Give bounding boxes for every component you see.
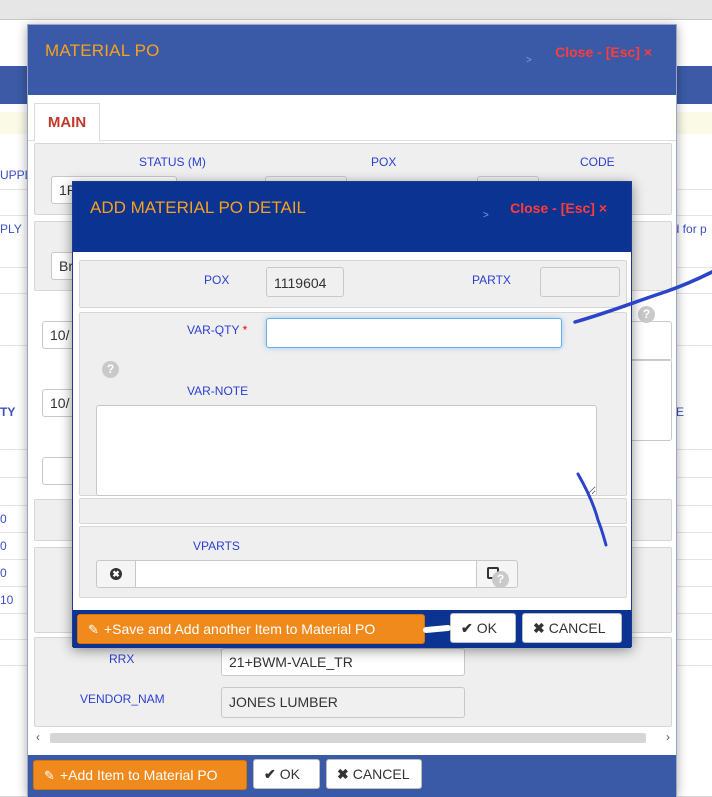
spacer-panel [79,498,627,524]
scroll-left-icon[interactable]: ‹ [36,730,40,744]
vparts-input[interactable] [135,560,477,588]
save-add-another-label: +Save and Add another Item to Material P… [104,621,376,637]
detail-pox-field: 1119604 [266,267,344,297]
detail-header: ADD MATERIAL PO DETAIL > Close - [Esc] × [73,182,631,252]
ok-button[interactable]: ✔ OK [253,759,320,789]
pencil-icon: ✎ [44,768,55,783]
background-fragment: PLY [0,222,22,236]
scrollbar-thumb[interactable] [50,733,646,743]
cross-icon: ✖ [533,620,545,636]
cancel-label: CANCEL [352,766,410,782]
date-1-value: 10/ [50,327,70,343]
partx-label: PARTX [472,273,511,287]
var-qty-label-text: VAR-QTY [187,323,240,337]
partx-field [540,267,620,297]
detail-close-button[interactable]: Close - [Esc] × [510,200,607,216]
var-note-label: VAR-NOTE [187,384,249,398]
check-icon: ✔ [461,620,473,636]
rrx-label: RRX [109,652,135,666]
vparts-label: VPARTS [193,539,240,553]
pencil-icon: ✎ [88,622,99,637]
detail-ok-button[interactable]: ✔ OK [450,613,516,643]
clear-icon: ✖ [110,567,122,580]
add-item-button[interactable]: ✎ +Add Item to Material PO [33,760,247,790]
pox-partx-panel: POX 1119604 PARTX [79,260,627,308]
background-fragment: TY [0,405,16,419]
detail-cancel-button[interactable]: ✖ CANCEL [522,613,622,643]
horizontal-scrollbar[interactable]: ‹ › [34,730,672,746]
date-2-value: 10/ [50,395,70,411]
background-fragment: 0 [0,539,7,553]
cancel-button[interactable]: ✖ CANCEL [326,759,422,789]
rrx-field[interactable]: 21+BWM-VALE_TR [221,648,465,676]
add-item-label: +Add Item to Material PO [60,767,218,783]
background-fragment: 0 [0,566,7,580]
background-fragment: 10 [0,593,14,607]
material-po-tabbar: MAIN [28,95,676,142]
detail-title: ADD MATERIAL PO DETAIL [90,198,307,217]
detail-cancel-label: CANCEL [548,620,606,636]
help-icon[interactable]: ? [102,361,119,378]
detail-footer: ✎ +Save and Add another Item to Material … [73,610,631,648]
var-note-textarea[interactable] [96,405,597,496]
detail-pox-value: 1119604 [274,275,327,291]
save-add-another-button[interactable]: ✎ +Save and Add another Item to Material … [77,614,425,644]
var-panel: VAR-QTY * ? VAR-NOTE [79,312,627,496]
code-label: CODE [580,155,615,169]
rrx-value: 21+BWM-VALE_TR [229,654,353,670]
scroll-right-icon[interactable]: › [666,730,670,744]
close-arrow-icon: > [483,210,489,221]
status-label: STATUS (M) [139,155,206,169]
var-qty-input[interactable] [266,318,562,348]
vendor-nam-value: JONES LUMBER [229,694,338,710]
close-arrow-icon: > [526,55,532,66]
pox-label: POX [371,155,397,169]
add-material-po-detail-modal: ADD MATERIAL PO DETAIL > Close - [Esc] ×… [72,181,632,648]
material-po-close-button[interactable]: Close - [Esc] × [555,44,652,60]
background-fragment: E [676,405,685,419]
vendor-nam-field: JONES LUMBER [221,687,465,718]
required-mark: * [242,323,248,337]
cross-icon: ✖ [337,766,349,782]
vendor-nam-label: VENDOR_NAM [80,692,165,706]
vparts-panel: VPARTS ✖ ? [79,526,627,598]
ok-label: OK [279,766,300,782]
check-icon: ✔ [264,766,276,782]
detail-pox-label: POX [204,273,230,287]
background-topbar [0,0,712,20]
detail-ok-label: OK [476,620,497,636]
material-po-title: MATERIAL PO [45,41,160,60]
material-po-header: MATERIAL PO > Close - [Esc] × [28,25,676,95]
material-po-footer: ✎ +Add Item to Material PO ✔ OK ✖ CANCEL [28,755,676,797]
vendor-select-value: Br [59,258,73,274]
var-qty-label: VAR-QTY * [187,323,247,337]
help-icon[interactable]: ? [492,571,509,588]
rrx-vendor-panel: RRX 21+BWM-VALE_TR VENDOR_NAM JONES LUMB… [34,637,672,727]
tab-main[interactable]: MAIN [34,103,100,142]
clear-vparts-button[interactable]: ✖ [96,560,136,588]
background-fragment: 0 [0,512,7,526]
